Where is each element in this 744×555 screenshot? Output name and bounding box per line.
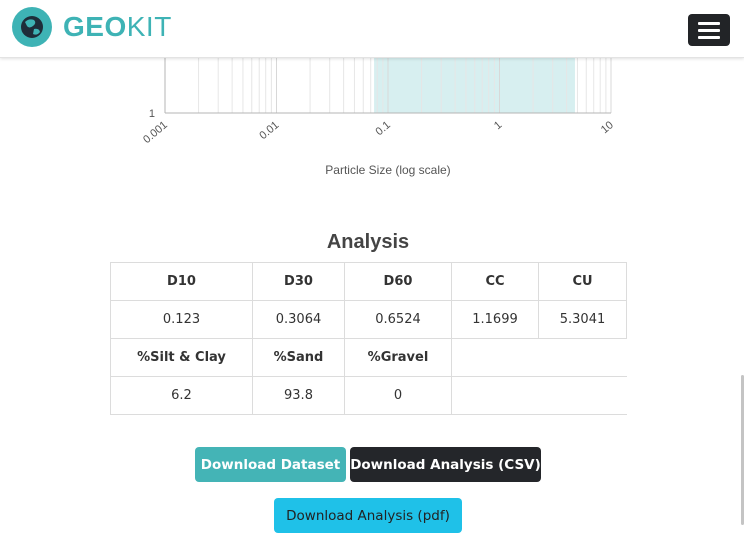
value-d30: 0.3064 (252, 300, 345, 339)
value-cu: 5.3041 (538, 300, 627, 339)
table-row: D10 D30 D60 CC CU (110, 262, 627, 301)
header-cc: CC (451, 262, 539, 301)
header-sand: %Sand (252, 338, 345, 377)
header-gravel: %Gravel (344, 338, 452, 377)
brand-light: KIT (126, 11, 172, 42)
x-tick-label: 0.001 (141, 119, 170, 146)
value-silt-clay: 6.2 (110, 376, 253, 415)
value-gravel: 0 (344, 376, 452, 415)
table-row: %Silt & Clay %Sand %Gravel (110, 338, 627, 377)
header-silt-clay: %Silt & Clay (110, 338, 253, 377)
analysis-title: Analysis (326, 231, 410, 253)
empty-cell (451, 338, 627, 377)
download-dataset-button[interactable]: Download Dataset (195, 447, 346, 482)
menu-bar (698, 36, 720, 39)
menu-bar (698, 22, 720, 25)
x-axis-label: Particle Size (log scale) (325, 163, 451, 177)
table-row: 6.2 93.8 0 (110, 376, 627, 415)
value-sand: 93.8 (252, 376, 345, 415)
empty-cell (451, 376, 627, 415)
value-d60: 0.6524 (344, 300, 452, 339)
brand-bold: GEO (63, 11, 127, 42)
table-row: 0.123 0.3064 0.6524 1.1699 5.3041 (110, 300, 627, 339)
download-analysis-pdf-button[interactable]: Download Analysis (pdf) (274, 498, 462, 533)
header-cu: CU (538, 262, 627, 301)
x-tick-label: 1 (492, 119, 504, 132)
header-d60: D60 (344, 262, 452, 301)
header-d10: D10 (110, 262, 253, 301)
y-tick-label: 1 (149, 108, 155, 120)
x-tick-label: 10 (599, 119, 616, 136)
x-tick-label: 0.1 (373, 119, 392, 138)
x-tick-label: 0.01 (257, 119, 281, 142)
value-cc: 1.1699 (451, 300, 539, 339)
download-analysis-csv-button[interactable]: Download Analysis (CSV) (350, 447, 541, 482)
value-d10: 0.123 (110, 300, 253, 339)
globe-icon[interactable] (12, 7, 52, 47)
brand-logo[interactable]: GEOKIT (63, 11, 172, 43)
hamburger-menu-icon[interactable] (688, 14, 730, 46)
header-d30: D30 (252, 262, 345, 301)
menu-bar (698, 29, 720, 32)
analysis-table: D10 D30 D60 CC CU 0.123 0.3064 0.6524 1.… (110, 262, 627, 415)
navbar: GEOKIT (0, 0, 744, 58)
